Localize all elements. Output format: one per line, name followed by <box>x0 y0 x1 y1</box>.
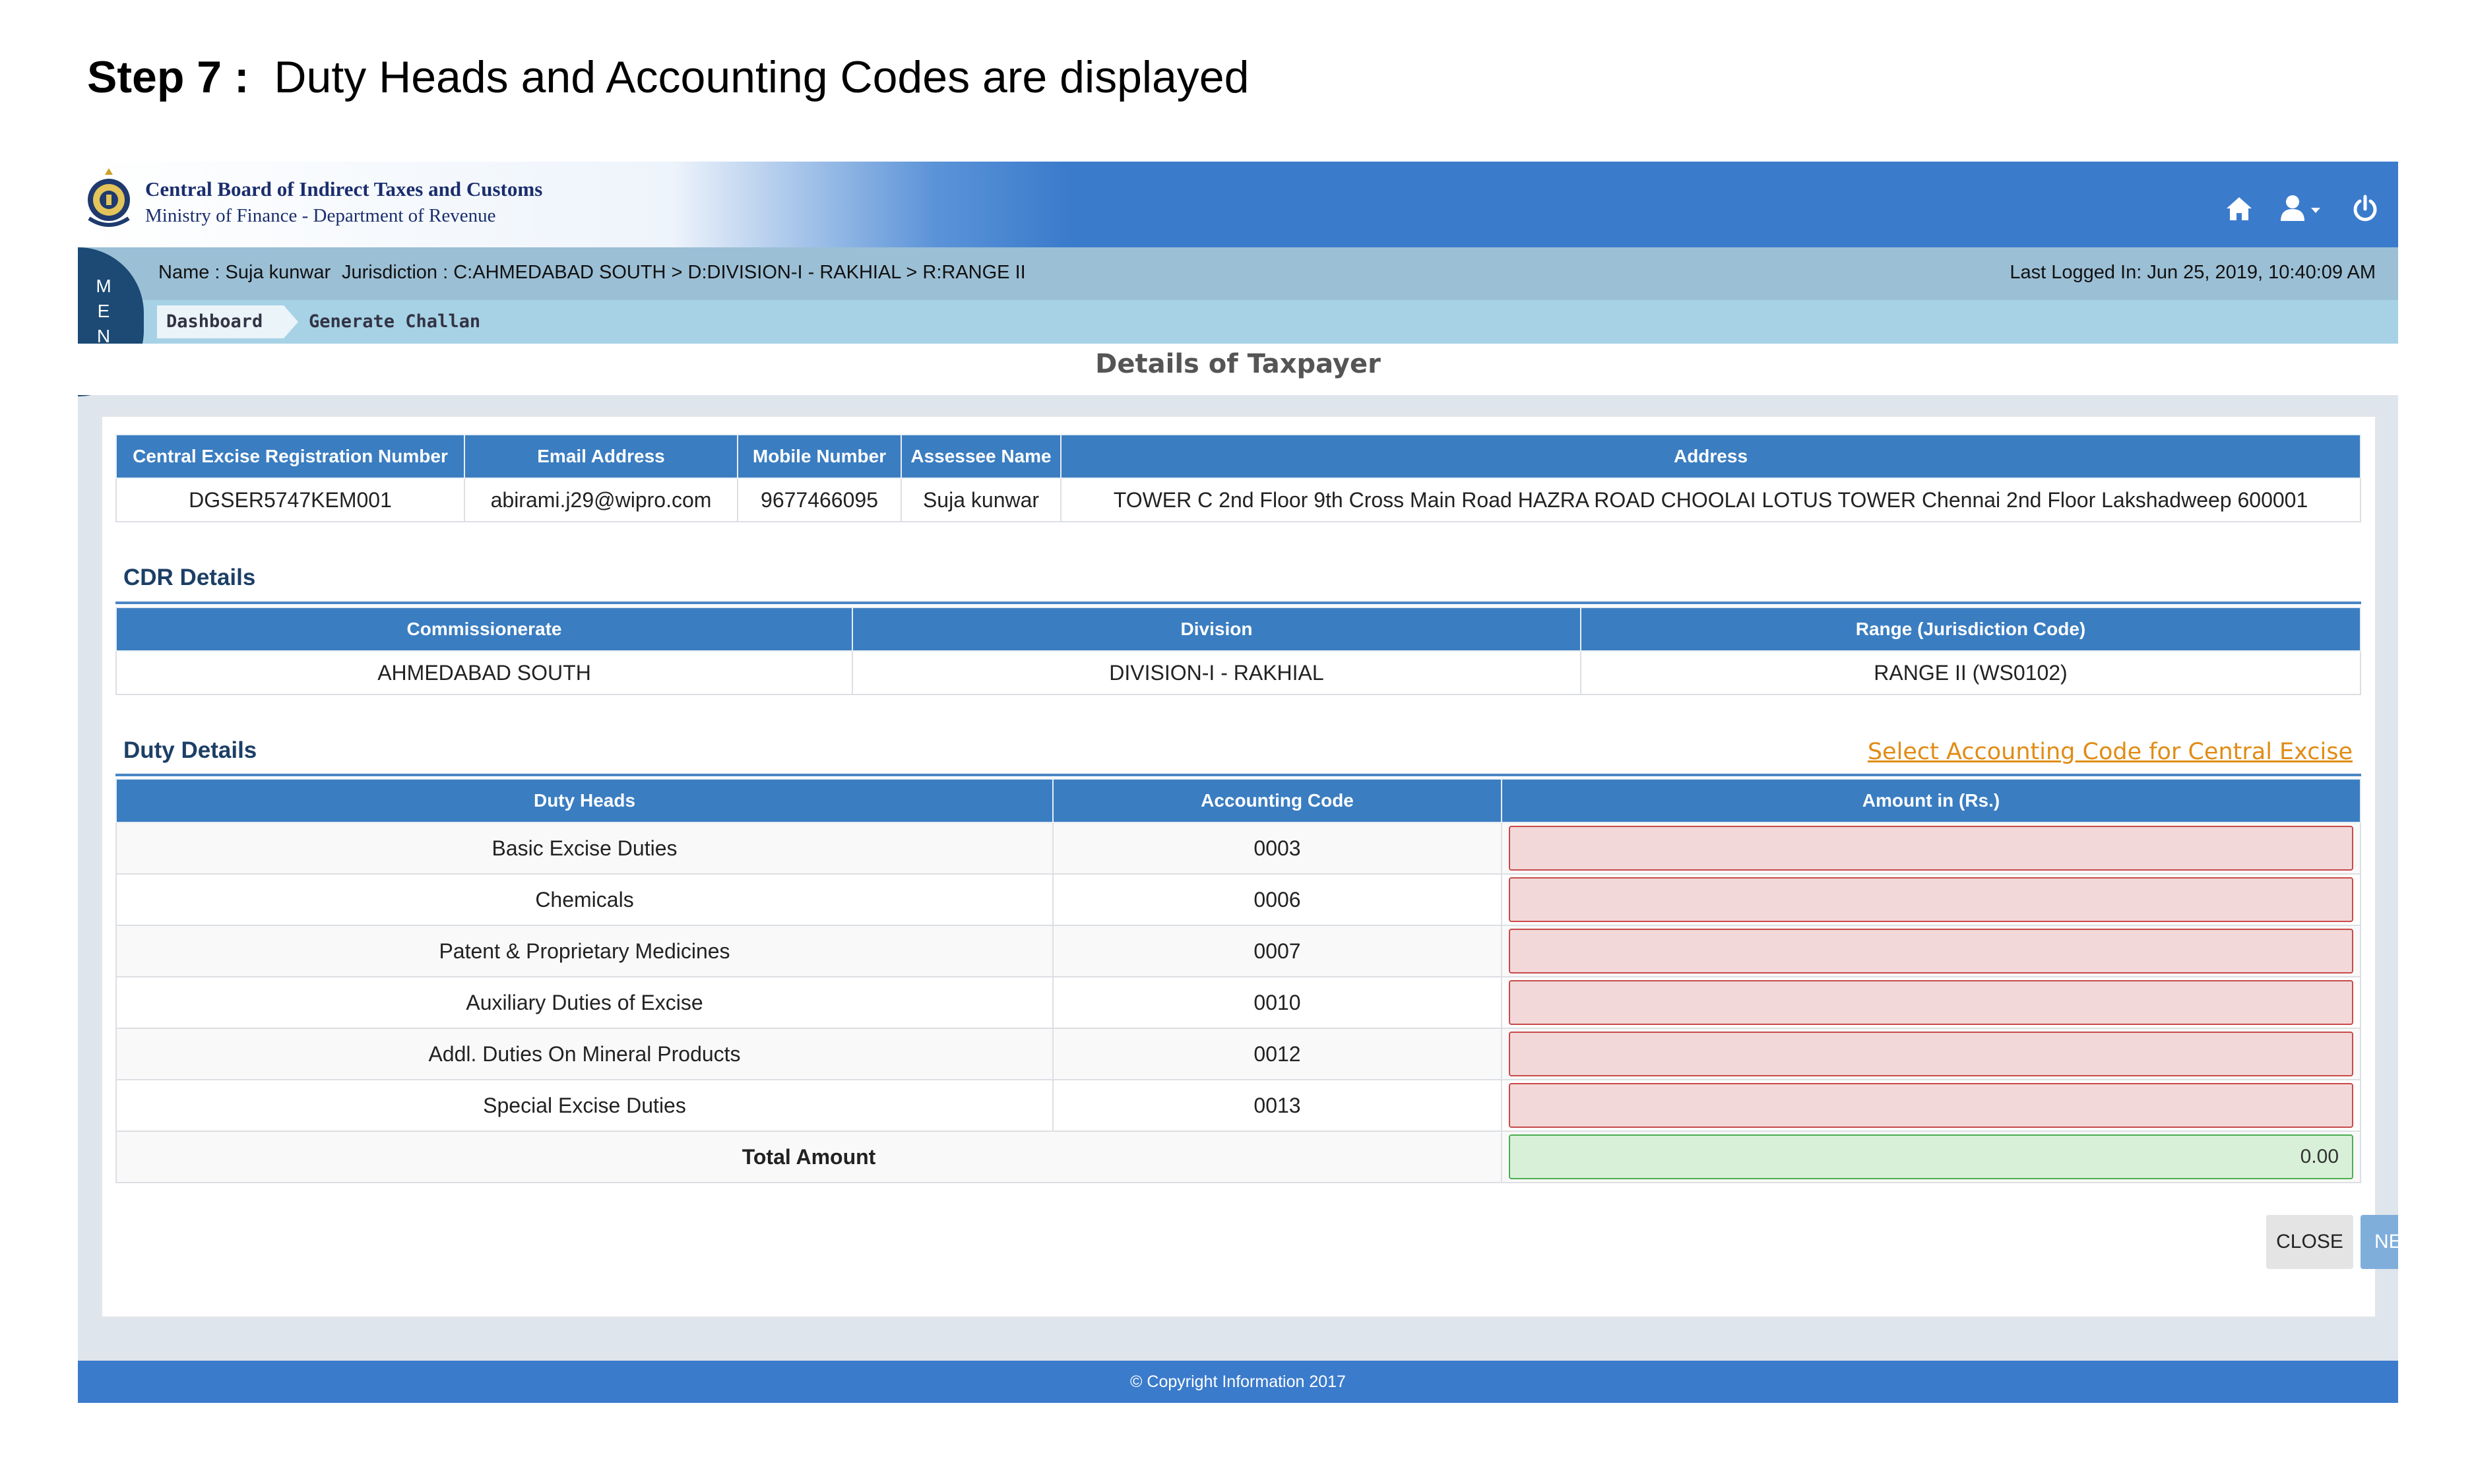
table-row: Chemicals 0006 <box>115 873 2361 926</box>
cdr-details-label: CDR Details <box>123 565 256 590</box>
cdr-table: Commissionerate Division Range (Jurisdic… <box>115 607 2361 695</box>
commissionerate: AHMEDABAD SOUTH <box>115 650 853 695</box>
close-button[interactable]: CLOSE <box>2266 1215 2353 1269</box>
accounting-code: 0013 <box>1052 1079 1502 1132</box>
table-row: Special Excise Duties 0013 <box>115 1079 2361 1132</box>
user-name: Name : Suja kunwar <box>158 262 331 283</box>
column-header: Address <box>1060 434 2361 479</box>
column-header: Accounting Code <box>1052 778 1502 823</box>
assessee-name: Suja kunwar <box>901 478 1062 522</box>
table-row: Basic Excise Duties 0003 <box>115 822 2361 875</box>
amount-input[interactable] <box>1509 1032 2353 1076</box>
duty-head: Patent & Proprietary Medicines <box>115 925 1054 977</box>
column-header: Mobile Number <box>737 434 902 479</box>
duty-head: Auxiliary Duties of Excise <box>115 976 1054 1029</box>
amount-input[interactable] <box>1509 1083 2353 1128</box>
email-address: abirami.j29@wipro.com <box>464 478 738 522</box>
header-actions <box>2225 195 2378 222</box>
page-title: Details of Taxpayer <box>78 344 2398 395</box>
table-row: Patent & Proprietary Medicines 0007 <box>115 925 2361 977</box>
accounting-code: 0007 <box>1052 925 1502 977</box>
home-icon[interactable] <box>2225 195 2253 222</box>
jurisdiction: Jurisdiction : C:AHMEDABAD SOUTH > D:DIV… <box>342 262 1026 283</box>
column-header: Central Excise Registration Number <box>115 434 465 479</box>
app-window: Central Board of Indirect Taxes and Cust… <box>78 162 2398 1403</box>
section-divider <box>115 602 2361 604</box>
range: RANGE II (WS0102) <box>1580 650 2361 695</box>
user-menu-icon[interactable] <box>2279 195 2326 222</box>
duty-head: Basic Excise Duties <box>115 822 1054 875</box>
total-amount-field <box>1509 1134 2353 1179</box>
menu-letter: E <box>97 301 110 321</box>
accounting-code: 0012 <box>1052 1028 1502 1080</box>
org-name: Central Board of Indirect Taxes and Cust… <box>145 177 543 201</box>
user-info-bar: Name : Suja kunwar Jurisdiction : C:AHME… <box>78 247 2398 300</box>
menu-letter: M <box>96 276 111 296</box>
last-logged-in: Last Logged In: Jun 25, 2019, 10:40:09 A… <box>2010 262 2376 283</box>
section-divider <box>115 774 2361 776</box>
division: DIVISION-I - RAKHIAL <box>852 650 1581 695</box>
column-header: Division <box>852 607 1581 652</box>
column-header: Duty Heads <box>115 778 1054 823</box>
amount-input[interactable] <box>1509 877 2353 922</box>
table-row: Auxiliary Duties of Excise 0010 <box>115 976 2361 1029</box>
select-accounting-code-link[interactable]: Select Accounting Code for Central Excis… <box>1868 739 2353 765</box>
registration-number: DGSER5747KEM001 <box>115 478 465 522</box>
duty-table: Duty Heads Accounting Code Amount in (Rs… <box>115 778 2361 1183</box>
power-icon[interactable] <box>2352 195 2378 222</box>
taxpayer-table: Central Excise Registration Number Email… <box>115 434 2361 522</box>
breadcrumb-generate-challan: Generate Challan <box>309 311 481 332</box>
next-button[interactable]: NEXT <box>2361 1215 2398 1269</box>
duty-head: Special Excise Duties <box>115 1079 1054 1132</box>
table-row: DGSER5747KEM001 abirami.j29@wipro.com 96… <box>115 478 2361 522</box>
amount-input[interactable] <box>1509 980 2353 1025</box>
duty-details-label: Duty Details <box>123 737 257 763</box>
amount-input[interactable] <box>1509 826 2353 871</box>
top-header: Central Board of Indirect Taxes and Cust… <box>78 162 2398 247</box>
mobile-number: 9677466095 <box>737 478 902 522</box>
amount-input[interactable] <box>1509 929 2353 974</box>
total-row: Total Amount <box>115 1130 2361 1183</box>
table-row: AHMEDABAD SOUTH DIVISION-I - RAKHIAL RAN… <box>115 650 2361 695</box>
accounting-code: 0003 <box>1052 822 1502 875</box>
column-header: Email Address <box>464 434 738 479</box>
breadcrumb: Dashboard Generate Challan <box>78 300 2398 344</box>
breadcrumb-dashboard[interactable]: Dashboard <box>157 305 284 338</box>
step-description: Duty Heads and Accounting Codes are disp… <box>274 52 1250 102</box>
column-header: Commissionerate <box>115 607 853 652</box>
accounting-code: 0010 <box>1052 976 1502 1029</box>
main-panel: Central Excise Registration Number Email… <box>100 415 2398 1318</box>
slide-title: Step 7 : Duty Heads and Accounting Codes… <box>87 51 1249 103</box>
duty-head: Chemicals <box>115 873 1054 926</box>
breadcrumb-separator <box>284 305 298 338</box>
table-row: Addl. Duties On Mineral Products 0012 <box>115 1028 2361 1080</box>
column-header: Amount in (Rs.) <box>1501 778 2361 823</box>
footer-copyright: © Copyright Information 2017 <box>78 1361 2398 1403</box>
address: TOWER C 2nd Floor 9th Cross Main Road HA… <box>1060 478 2361 522</box>
duty-head: Addl. Duties On Mineral Products <box>115 1028 1054 1080</box>
accounting-code: 0006 <box>1052 873 1502 926</box>
org-subtitle: Ministry of Finance - Department of Reve… <box>145 205 496 226</box>
column-header: Assessee Name <box>901 434 1062 479</box>
column-header: Range (Jurisdiction Code) <box>1580 607 2361 652</box>
step-label: Step 7 : <box>87 52 249 102</box>
total-amount-label: Total Amount <box>115 1130 1502 1183</box>
emblem-icon <box>88 168 130 227</box>
